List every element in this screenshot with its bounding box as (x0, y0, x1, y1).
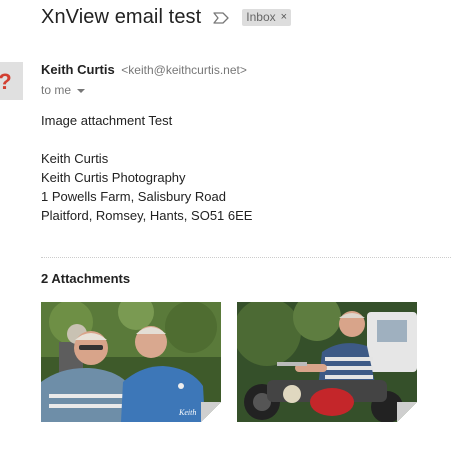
subject-row: XnView email test Inbox × (41, 6, 292, 29)
email-body: Image attachment Test Keith Curtis Keith… (41, 111, 252, 225)
recipient-text[interactable]: to me (41, 83, 71, 97)
attachment-thumbnail-1[interactable]: Keith (41, 302, 221, 422)
sender-name[interactable]: Keith Curtis (41, 62, 115, 77)
body-line: Plaitford, Romsey, Hants, SO51 6EE (41, 208, 253, 223)
watermark-text: Keith (178, 408, 196, 417)
body-line: Keith Curtis (41, 151, 109, 166)
remove-label-icon[interactable]: × (281, 11, 287, 23)
attachment-thumbnail-2[interactable] (237, 302, 417, 422)
email-subject: XnView email test (41, 6, 202, 28)
attachments-divider (41, 257, 451, 258)
body-line: Keith Curtis Photography (41, 170, 186, 185)
inbox-label-text: Inbox (246, 10, 276, 24)
recipient-line[interactable]: to me (41, 83, 86, 97)
sender-avatar[interactable]: ? (0, 62, 23, 100)
body-line-blank (41, 130, 252, 149)
recipient-details-chevron-icon[interactable] (77, 89, 86, 93)
body-line: 1 Powells Farm, Salisbury Road (41, 189, 226, 204)
important-marker-icon[interactable] (212, 11, 230, 25)
avatar-question-glyph: ? (0, 69, 12, 94)
attachments-title: 2 Attachments (41, 271, 131, 286)
inbox-label-chip[interactable]: Inbox × (242, 9, 292, 26)
sender-email: <keith@keithcurtis.net> (121, 63, 247, 77)
sender-line: Keith Curtis <keith@keithcurtis.net> (41, 62, 247, 77)
body-line: Image attachment Test (41, 113, 173, 128)
